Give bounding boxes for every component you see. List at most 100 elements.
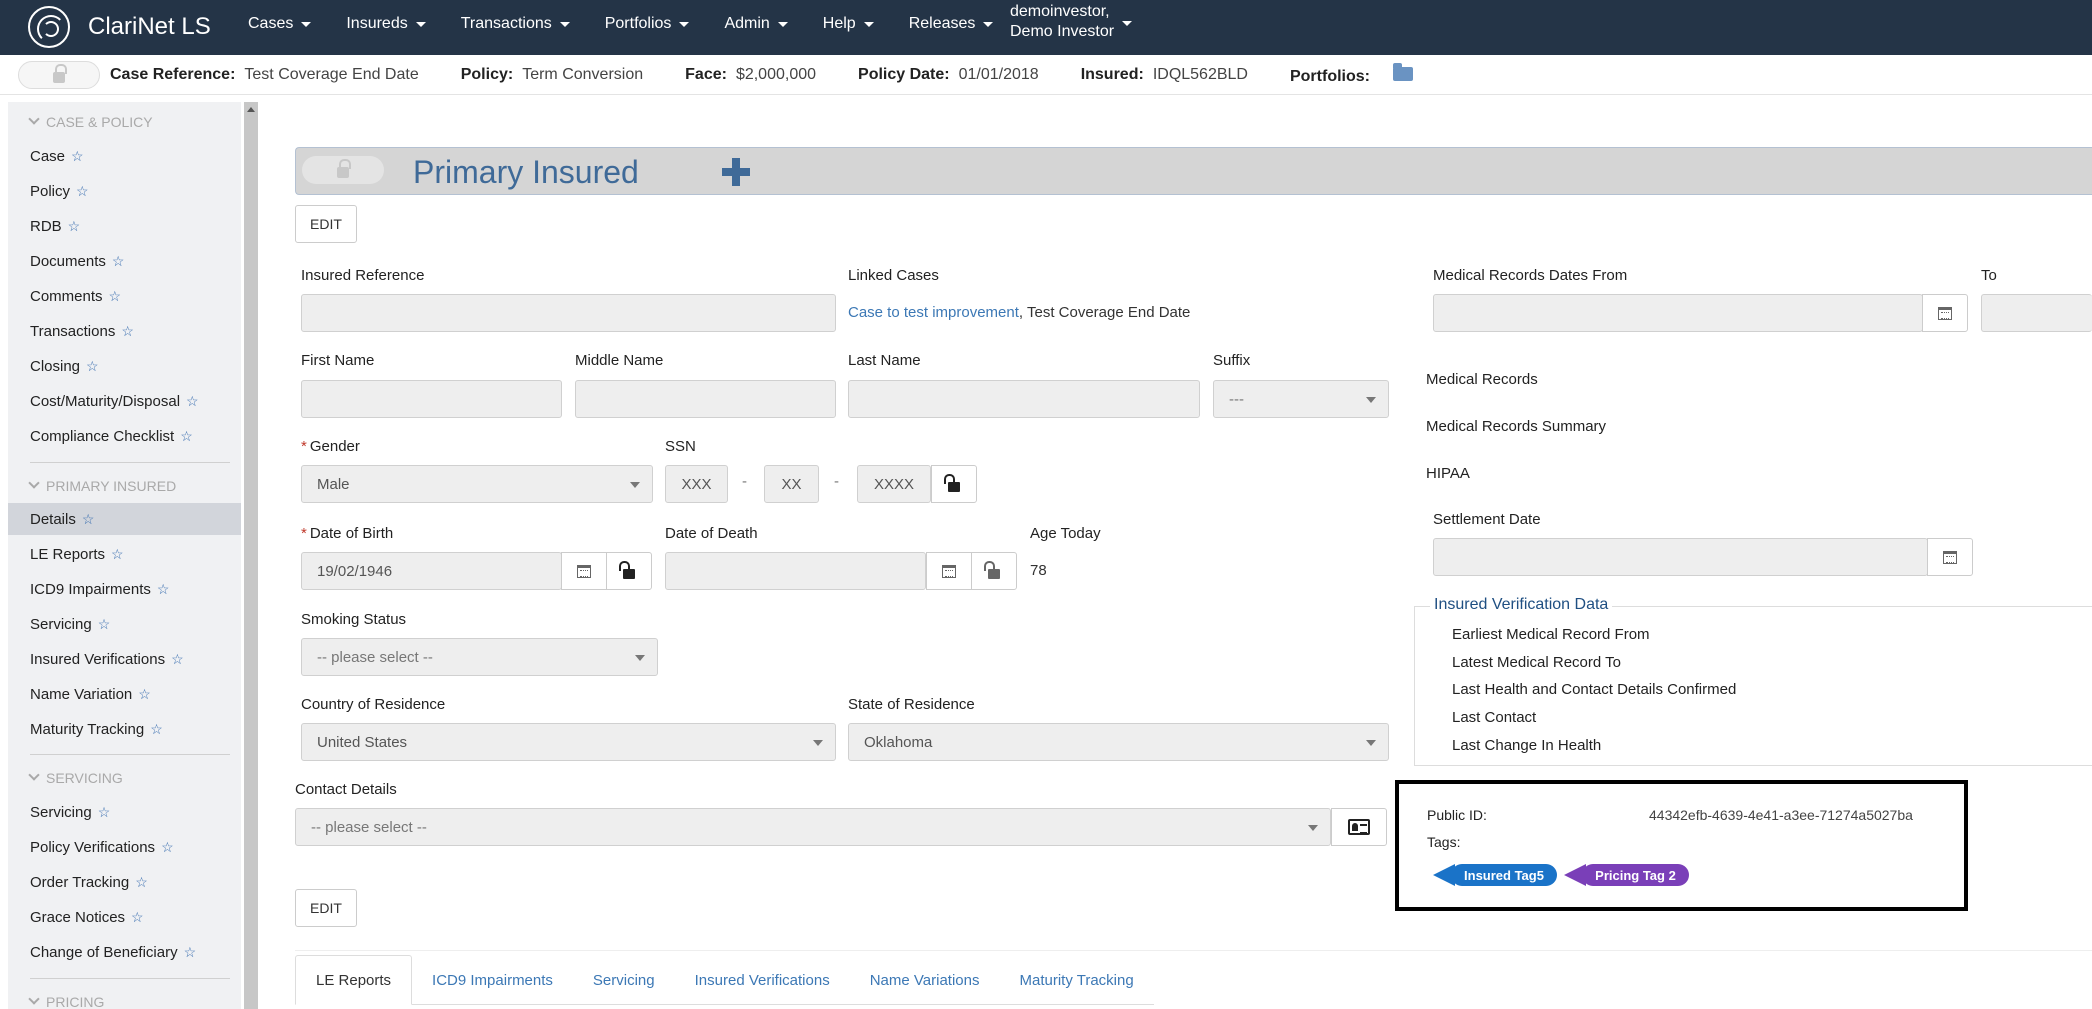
lock-icon (337, 159, 351, 178)
first-name-input[interactable] (301, 380, 562, 418)
tab-icd9-impairments[interactable]: ICD9 Impairments (412, 955, 573, 1005)
menu-releases[interactable]: Releases (909, 15, 994, 33)
star-icon[interactable]: ☆ (98, 616, 111, 633)
contact-details-select[interactable]: -- please select -- (295, 808, 1331, 846)
star-icon[interactable]: ☆ (180, 428, 193, 445)
sidebar-section-servicing[interactable]: SERVICING (28, 769, 123, 786)
gender-select[interactable]: Male (301, 465, 653, 503)
sidebar-item-policy-verifications[interactable]: Policy Verifications ☆ (8, 831, 241, 863)
calendar-button[interactable] (1927, 538, 1973, 576)
sidebar-item-case[interactable]: Case ☆ (8, 140, 241, 172)
insured-reference-input[interactable] (301, 294, 836, 332)
scroll-up-arrow-icon[interactable] (247, 107, 255, 112)
sidebar-scrollbar[interactable] (244, 102, 258, 1009)
menu-cases[interactable]: Cases (248, 15, 312, 33)
add-plus-icon[interactable] (722, 158, 750, 186)
menu-portfolios[interactable]: Portfolios (605, 15, 690, 33)
star-icon[interactable]: ☆ (157, 581, 170, 598)
star-icon[interactable]: ☆ (184, 944, 197, 961)
star-icon[interactable]: ☆ (82, 511, 95, 528)
star-icon[interactable]: ☆ (150, 721, 163, 738)
sidebar-item-closing[interactable]: Closing ☆ (8, 350, 241, 382)
star-icon[interactable]: ☆ (112, 253, 125, 270)
last-name-input[interactable] (848, 380, 1200, 418)
sidebar-item-change-of-beneficiary[interactable]: Change of Beneficiary ☆ (8, 936, 241, 968)
sidebar-item-details[interactable]: Details ☆ (8, 503, 241, 535)
tab-maturity-tracking[interactable]: Maturity Tracking (999, 955, 1153, 1005)
sidebar-item-maturity-tracking[interactable]: Maturity Tracking ☆ (8, 713, 241, 745)
star-icon[interactable]: ☆ (138, 686, 151, 703)
contact-card-button[interactable] (1331, 808, 1387, 846)
user-menu[interactable]: demoinvestor, Demo Investor (1010, 2, 1133, 42)
sidebar-section-primary-insured[interactable]: PRIMARY INSURED (28, 477, 176, 494)
sidebar-item-grace-notices[interactable]: Grace Notices ☆ (8, 901, 241, 933)
edit-button-top[interactable]: EDIT (295, 205, 357, 243)
tab-insured-verifications[interactable]: Insured Verifications (675, 955, 850, 1005)
sidebar-item-name-variation[interactable]: Name Variation ☆ (8, 678, 241, 710)
calendar-button[interactable] (1922, 294, 1968, 332)
sidebar-item-transactions[interactable]: Transactions ☆ (8, 315, 241, 347)
star-icon[interactable]: ☆ (71, 148, 84, 165)
date-of-death-input[interactable] (665, 552, 926, 590)
sidebar-item-policy[interactable]: Policy ☆ (8, 175, 241, 207)
tab-name-variations[interactable]: Name Variations (850, 955, 1000, 1005)
sidebar-item-comments[interactable]: Comments ☆ (8, 280, 241, 312)
sidebar-item-icd9-impairments[interactable]: ICD9 Impairments ☆ (8, 573, 241, 605)
star-icon[interactable]: ☆ (109, 288, 122, 305)
menu-insureds[interactable]: Insureds (346, 15, 426, 33)
star-icon[interactable]: ☆ (121, 323, 134, 340)
star-icon[interactable]: ☆ (111, 546, 124, 563)
public-id-tags-box (1395, 780, 1968, 911)
date-of-birth-input[interactable]: 19/02/1946 (301, 552, 562, 590)
sidebar-item-order-tracking[interactable]: Order Tracking ☆ (8, 866, 241, 898)
tag-insured-tag5[interactable]: Insured Tag5 (1433, 864, 1557, 886)
menu-help[interactable]: Help (823, 15, 874, 33)
edit-button-bottom[interactable]: EDIT (295, 889, 357, 927)
star-icon[interactable]: ☆ (68, 218, 81, 235)
state-of-residence-select[interactable]: Oklahoma (848, 723, 1389, 761)
ssn-unlock-button[interactable] (931, 465, 977, 503)
dob-unlock-button[interactable] (606, 552, 652, 590)
sidebar-item-compliance-checklist[interactable]: Compliance Checklist ☆ (8, 420, 241, 452)
linked-case-link[interactable]: Case to test improvement (848, 304, 1019, 321)
brand[interactable]: ClariNet LS (28, 6, 211, 48)
smoking-status-select[interactable]: -- please select -- (301, 638, 658, 676)
star-icon[interactable]: ☆ (98, 804, 111, 821)
menu-admin[interactable]: Admin (724, 15, 788, 33)
sidebar-section-case-policy[interactable]: CASE & POLICY (28, 113, 153, 130)
tag-pricing-tag-2[interactable]: Pricing Tag 2 (1564, 864, 1689, 886)
ssn-part2-input[interactable]: XX (764, 465, 819, 503)
suffix-select[interactable]: --- (1213, 380, 1389, 418)
sidebar-item-servicing-2[interactable]: Servicing ☆ (8, 796, 241, 828)
panel-lock-toggle[interactable] (302, 156, 384, 184)
sidebar-item-le-reports[interactable]: LE Reports ☆ (8, 538, 241, 570)
sidebar-section-pricing[interactable]: PRICING (28, 993, 104, 1009)
star-icon[interactable]: ☆ (186, 393, 199, 410)
ssn-part1-input[interactable]: XXX (665, 465, 728, 503)
star-icon[interactable]: ☆ (76, 183, 89, 200)
star-icon[interactable]: ☆ (135, 874, 148, 891)
folder-icon[interactable] (1392, 63, 1413, 81)
tab-le-reports[interactable]: LE Reports (295, 955, 413, 1005)
sidebar-item-documents[interactable]: Documents ☆ (8, 245, 241, 277)
tab-servicing[interactable]: Servicing (573, 955, 675, 1005)
sidebar-item-rdb[interactable]: RDB ☆ (8, 210, 241, 242)
calendar-button[interactable] (561, 552, 607, 590)
medical-records-dates-from-input[interactable] (1433, 294, 1923, 332)
settlement-date-input[interactable] (1433, 538, 1928, 576)
star-icon[interactable]: ☆ (171, 651, 184, 668)
sidebar-item-servicing[interactable]: Servicing ☆ (8, 608, 241, 640)
menu-transactions[interactable]: Transactions (461, 15, 570, 33)
country-of-residence-select[interactable]: United States (301, 723, 836, 761)
lock-toggle[interactable] (18, 60, 100, 89)
star-icon[interactable]: ☆ (161, 839, 174, 856)
star-icon[interactable]: ☆ (86, 358, 99, 375)
sidebar-item-cost-maturity-disposal[interactable]: Cost/Maturity/Disposal ☆ (8, 385, 241, 417)
middle-name-input[interactable] (575, 380, 836, 418)
calendar-button[interactable] (926, 552, 972, 590)
sidebar-item-insured-verifications[interactable]: Insured Verifications ☆ (8, 643, 241, 675)
dod-unlock-button[interactable] (971, 552, 1017, 590)
star-icon[interactable]: ☆ (131, 909, 144, 926)
medical-records-to-input[interactable] (1981, 294, 2092, 332)
ssn-part3-input[interactable]: XXXX (857, 465, 931, 503)
